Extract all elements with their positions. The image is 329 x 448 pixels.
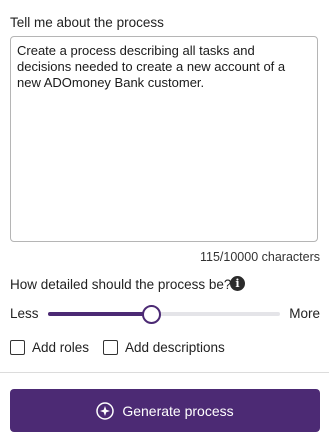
add-descriptions-option[interactable]: Add descriptions — [103, 338, 225, 356]
sparkle-icon — [96, 401, 115, 420]
prompt-label: Tell me about the process — [10, 15, 164, 30]
add-roles-label[interactable]: Add roles — [32, 340, 89, 355]
slider-min-label: Less — [10, 306, 39, 321]
add-descriptions-label[interactable]: Add descriptions — [125, 340, 225, 355]
add-roles-option[interactable]: Add roles — [10, 338, 89, 356]
detail-slider-track[interactable] — [48, 312, 280, 316]
generate-process-button[interactable]: Generate process — [10, 389, 320, 432]
info-icon[interactable]: i — [230, 276, 245, 291]
detail-slider-thumb[interactable] — [141, 305, 161, 324]
add-descriptions-checkbox[interactable] — [103, 339, 118, 355]
slider-max-label: More — [289, 306, 320, 321]
detail-slider-fill — [48, 312, 151, 316]
generate-process-label: Generate process — [122, 402, 234, 419]
prompt-textarea[interactable]: Create a process describing all tasks an… — [10, 36, 318, 242]
detail-label: How detailed should the process be? — [10, 277, 232, 292]
divider — [0, 372, 329, 373]
add-roles-checkbox[interactable] — [10, 339, 25, 355]
character-counter: 115/10000 characters — [200, 250, 320, 264]
